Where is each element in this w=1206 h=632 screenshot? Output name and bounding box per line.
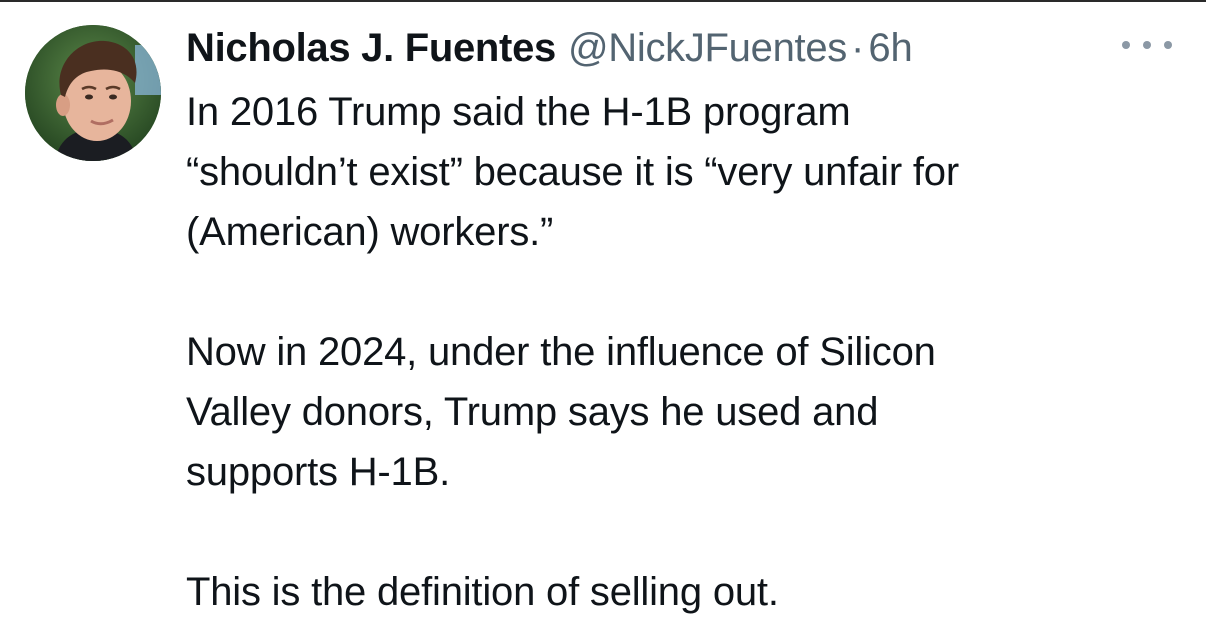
tweet-line: Now in 2024, under the influence of Sili… [186,330,936,374]
more-dots-icon [1143,41,1151,49]
more-options-button[interactable] [1122,34,1172,56]
more-dots-icon [1122,41,1130,49]
tweet-paragraph: This is the definition of selling out. [186,562,1166,622]
avatar[interactable] [25,25,161,161]
more-dots-icon [1164,41,1172,49]
tweet-paragraph: In 2016 Trump said the H-1B program “sho… [186,82,1166,262]
tweet-line: In 2016 Trump said the H-1B program [186,90,851,134]
tweet-timestamp[interactable]: 6h [868,22,913,74]
tweet[interactable]: Nicholas J. Fuentes @NickJFuentes · 6h I… [0,0,1206,632]
header-separator: · [850,26,865,70]
tweet-line: Valley donors, Trump says he used and [186,390,879,434]
tweet-paragraph: Now in 2024, under the influence of Sili… [186,322,1166,502]
tweet-line: supports H-1B. [186,450,450,494]
tweet-text: In 2016 Trump said the H-1B program “sho… [186,82,1166,622]
profile-photo-icon [25,25,161,161]
tweet-line: This is the definition of selling out. [186,570,779,614]
tweet-line: (American) workers.” [186,210,554,254]
tweet-header: Nicholas J. Fuentes @NickJFuentes · 6h [186,22,913,74]
tweet-line: “shouldn’t exist” because it is “very un… [186,150,959,194]
author-display-name[interactable]: Nicholas J. Fuentes [186,22,556,74]
author-handle[interactable]: @NickJFuentes [568,22,847,74]
